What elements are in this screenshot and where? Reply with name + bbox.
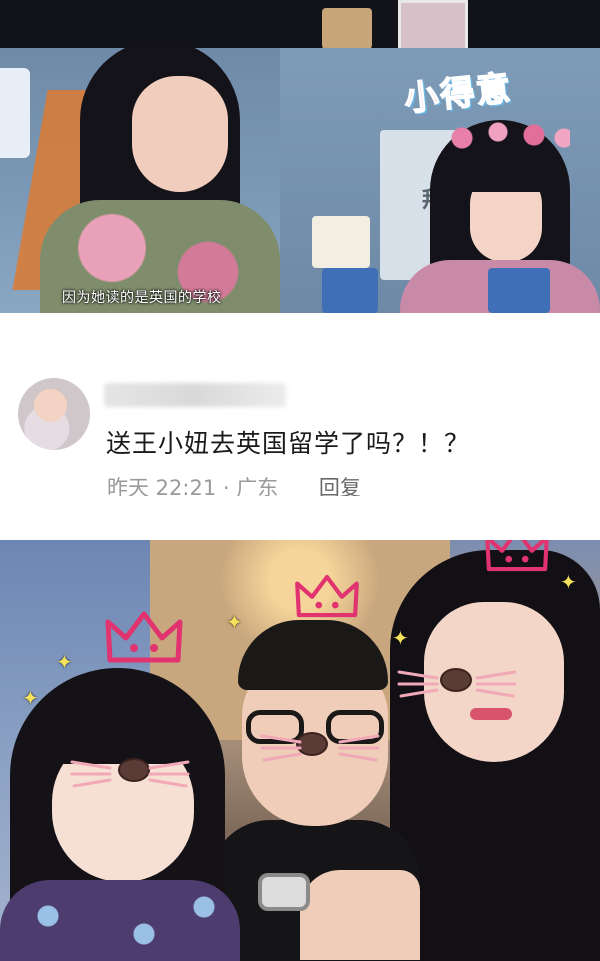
crown-icon: [292, 572, 362, 620]
flower-crown-icon: [450, 120, 570, 150]
comment-timestamp: 昨天 22:21 · 广东: [107, 476, 279, 496]
comment-meta: 昨天 22:21 · 广东 回复: [107, 472, 361, 496]
woman-figure: [40, 40, 280, 313]
sparkle-icon: ✦: [392, 626, 409, 650]
avatar[interactable]: [18, 378, 90, 450]
family-selfie: ✦ ✦ ✦ ✦ ✦: [0, 540, 600, 961]
comment-text: 送王小妞去英国留学了吗？！？: [106, 429, 471, 458]
sparkle-icon: ✦: [56, 650, 73, 674]
watch-icon: [258, 873, 310, 911]
crown-icon: [104, 608, 184, 666]
sparkle-icon: ✦: [22, 686, 39, 710]
whiskers-icon: [70, 754, 190, 794]
sparkle-icon: ✦: [226, 610, 243, 634]
whiskers-icon: [250, 728, 390, 768]
cup: [312, 216, 370, 268]
arm: [300, 870, 420, 960]
comment-card: 送王小妞去英国留学了吗？！？ 昨天 22:21 · 广东 回复: [0, 353, 600, 498]
video-subtitle: 因为她读的是英国的学校: [62, 290, 222, 306]
cup: [488, 268, 550, 313]
whiskers-icon: [392, 664, 522, 704]
reply-button[interactable]: 回复: [319, 472, 361, 496]
sparkle-icon: ✦: [560, 570, 577, 594]
show-logo: [0, 68, 30, 158]
video-screenshot: 拜 小得意 因为她读的是英国的学校: [0, 0, 600, 313]
cup: [322, 268, 378, 313]
crown-icon: [482, 540, 552, 574]
username-redacted: [104, 383, 286, 407]
